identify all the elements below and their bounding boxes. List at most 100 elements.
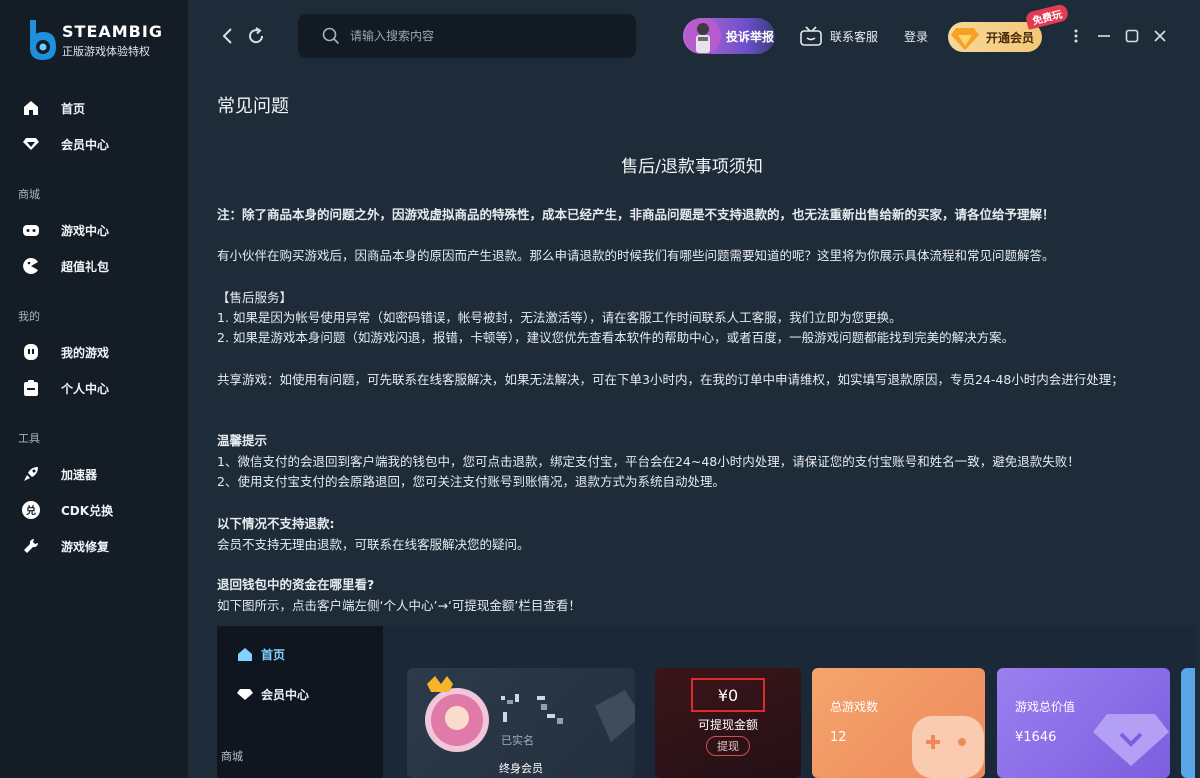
brand-tagline: 正版游戏体验特权: [62, 44, 150, 58]
refresh-icon[interactable]: [246, 26, 266, 46]
faq-content: 常见问题 售后/退款事项须知 注：除了商品本身的问题之外，因游戏虚拟商品的特殊性…: [217, 92, 1157, 613]
open-vip-label: 开通会员: [986, 30, 1035, 45]
sidebar-nav: 首页 会员中心 商城 游戏中心 超值礼包 我的 我的游戏 个人中心 工具 加速器…: [0, 90, 188, 564]
close-icon[interactable]: [1152, 28, 1168, 44]
guide-wallet-label: 可提现金额: [697, 718, 758, 732]
maximize-icon[interactable]: [1124, 28, 1140, 44]
tips-item-2: 2、使用支付宝支付的会原路退回，您可关注支付账号到账情况，退款方式为系统自动处理…: [217, 474, 725, 489]
article-title: 售后/退款事项须知: [621, 157, 763, 177]
sidebar-item-cdk-exchange[interactable]: 兑 CDK兑换: [0, 492, 188, 528]
guide-withdraw-button: 提现: [706, 736, 750, 756]
sidebar-section-store: 商城: [18, 188, 40, 201]
tips-heading: 温馨提示: [217, 433, 268, 448]
intro-text: 有小伙伴在购买游戏后，因商品本身的原因而产生退款。那么申请退款的时候我们有哪些问…: [217, 248, 1055, 263]
guide-value-amount: ¥1646: [1015, 730, 1057, 745]
no-refund-heading: 以下情况不支持退款:: [217, 516, 335, 531]
guide-nav-home: 首页: [237, 646, 285, 663]
free-play-badge: 免费玩: [1024, 3, 1070, 30]
guide-games-card: 总游戏数 12: [812, 668, 985, 778]
sidebar-item-label: 首页: [61, 101, 86, 116]
gamepad-icon: [22, 221, 40, 239]
guide-nav-home-label: 首页: [261, 648, 286, 662]
sidebar-section-mine: 我的: [18, 310, 40, 323]
sidebar-section-tools: 工具: [18, 432, 40, 445]
sidebar-item-label: 会员中心: [61, 137, 110, 152]
svg-text:兑: 兑: [26, 504, 36, 517]
search-icon: [322, 27, 340, 45]
controller-icon: [22, 343, 40, 361]
after-sales-heading: 【售后服务】: [217, 290, 293, 305]
report-button[interactable]: 投诉举报: [683, 18, 775, 54]
sidebar-item-label: 超值礼包: [61, 259, 110, 274]
sidebar-item-vip[interactable]: 会员中心: [0, 126, 188, 162]
shield-decoration-icon: [595, 690, 635, 742]
guide-games-label: 总游戏数: [830, 700, 879, 714]
exchange-icon: 兑: [22, 501, 40, 519]
guide-sidebar: 首页 会员中心 商城: [217, 626, 383, 778]
guide-wallet-amount: ¥0: [691, 678, 765, 712]
clipboard-icon: [22, 379, 40, 397]
soldier-avatar-icon: [685, 18, 721, 54]
contact-service-button[interactable]: 联系客服: [800, 26, 878, 46]
guide-nav-vip-label: 会员中心: [261, 688, 310, 702]
minimize-icon[interactable]: [1096, 28, 1112, 44]
gift-icon: [22, 257, 40, 275]
sidebar-item-home[interactable]: 首页: [0, 90, 188, 126]
diamond-icon: [237, 689, 253, 700]
diamond-icon: [22, 135, 40, 153]
sidebar-item-label: 我的游戏: [61, 345, 110, 360]
guide-extra-card: [1181, 668, 1195, 778]
wrench-icon: [22, 537, 40, 555]
user-avatar: [425, 676, 489, 752]
more-menu-icon[interactable]: [1068, 28, 1084, 44]
home-icon: [22, 99, 40, 117]
after-sales-item-1: 1. 如果是因为帐号使用异常（如密码错误，帐号被封，无法激活等），请在客服工作时…: [217, 310, 902, 325]
sidebar-item-label: 个人中心: [61, 381, 110, 396]
rocket-icon: [22, 465, 40, 483]
gem-icon: [951, 28, 979, 50]
guide-user-status: 已实名: [501, 734, 534, 747]
shared-games-text: 共享游戏：如使用有问题，可先联系在线客服解决，如果无法解决，可在下单3小时内，在…: [217, 372, 1124, 387]
sidebar-item-accelerator[interactable]: 加速器: [0, 456, 188, 492]
wallet-heading: 退回钱包中的资金在哪里看?: [217, 577, 375, 592]
sidebar-item-my-games[interactable]: 我的游戏: [0, 334, 188, 370]
contact-service-label: 联系客服: [830, 29, 879, 44]
page-title: 常见问题: [217, 96, 289, 117]
sidebar-item-personal-center[interactable]: 个人中心: [0, 370, 188, 406]
tips-item-1: 1、微信支付的会退回到客户端我的钱包中，您可点击退款，绑定支付宝，平台会在24~…: [217, 454, 1080, 469]
sidebar: STEAMBIG 正版游戏体验特权 首页 会员中心 商城 游戏中心 超值礼包 我…: [0, 0, 188, 778]
login-button[interactable]: 登录: [904, 28, 928, 45]
sidebar-item-game-repair[interactable]: 游戏修复: [0, 528, 188, 564]
guide-wallet-card: ¥0 可提现金额 提现: [655, 668, 801, 778]
tv-service-icon: [800, 26, 822, 46]
no-refund-text: 会员不支持无理由退款，可联系在线客服解决您的疑问。: [217, 537, 530, 552]
guide-value-card: 游戏总价值 ¥1646: [997, 668, 1170, 778]
brand-logo[interactable]: STEAMBIG 正版游戏体验特权: [24, 18, 163, 62]
search-input[interactable]: [350, 29, 610, 43]
top-bar: 投诉举报 联系客服 登录 开通会员 免费玩: [188, 0, 1200, 74]
brand-name: STEAMBIG: [62, 21, 163, 41]
search-bar[interactable]: [298, 14, 636, 58]
sidebar-item-label: 加速器: [61, 467, 98, 482]
back-arrow-icon[interactable]: [218, 26, 238, 46]
sidebar-item-game-center[interactable]: 游戏中心: [0, 212, 188, 248]
guide-games-value: 12: [830, 730, 847, 745]
guide-user-level: 终身会员: [499, 762, 543, 775]
sidebar-item-label: CDK兑换: [61, 503, 114, 518]
wallet-text: 如下图所示，点击客户端左侧‘个人中心’→‘可提现金额’栏目查看！: [217, 598, 581, 613]
sidebar-item-gift-pack[interactable]: 超值礼包: [0, 248, 188, 284]
wallet-guide-image: 首页 会员中心 商城 已实名 终身会员 ¥0 可提现金额 提现 总游戏数 12 …: [217, 626, 1195, 778]
blurred-username-icon: [501, 694, 563, 724]
guide-section-store: 商城: [221, 750, 243, 763]
report-label: 投诉举报: [726, 29, 775, 44]
home-icon: [238, 648, 252, 661]
steambig-logo-icon: [30, 20, 56, 60]
diamond-decoration-icon: [1093, 714, 1169, 766]
guide-nav-vip: 会员中心: [237, 686, 309, 703]
guide-user-card: 已实名 终身会员: [407, 668, 635, 778]
after-sales-item-2: 2. 如果是游戏本身问题（如游戏闪退，报错，卡顿等），建议您优先查看本软件的帮助…: [217, 330, 1015, 345]
refund-note: 注：除了商品本身的问题之外，因游戏虚拟商品的特殊性，成本已经产生，非商品问题是不…: [217, 207, 1055, 222]
sidebar-item-label: 游戏中心: [61, 223, 110, 238]
gamepad-decoration-icon: [912, 716, 984, 778]
sidebar-item-label: 游戏修复: [61, 539, 110, 554]
